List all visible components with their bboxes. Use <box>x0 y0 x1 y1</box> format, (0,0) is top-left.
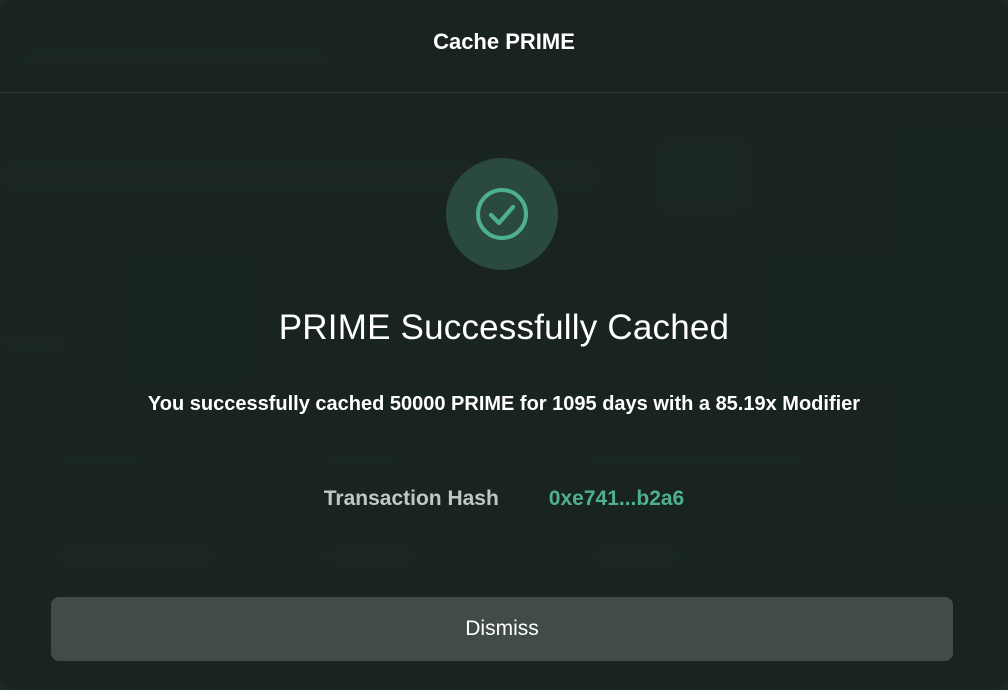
dismiss-button[interactable]: Dismiss <box>51 597 953 661</box>
success-message: You successfully cached 50000 PRIME for … <box>147 393 861 415</box>
success-heading: PRIME Successfully Cached <box>278 308 730 347</box>
transaction-hash-label: Transaction Hash <box>323 487 499 510</box>
transaction-row: Transaction Hash 0xe741...b2a6 <box>0 487 1008 511</box>
modal-title: Cache PRIME <box>433 29 575 54</box>
transaction-hash-link[interactable]: 0xe741...b2a6 <box>549 487 684 511</box>
check-circle-icon <box>476 188 528 240</box>
modal-header: Cache PRIME <box>0 0 1008 93</box>
success-badge <box>446 158 558 270</box>
cache-success-modal: Cache PRIME PRIME Successfully Cached Yo… <box>0 0 1008 690</box>
